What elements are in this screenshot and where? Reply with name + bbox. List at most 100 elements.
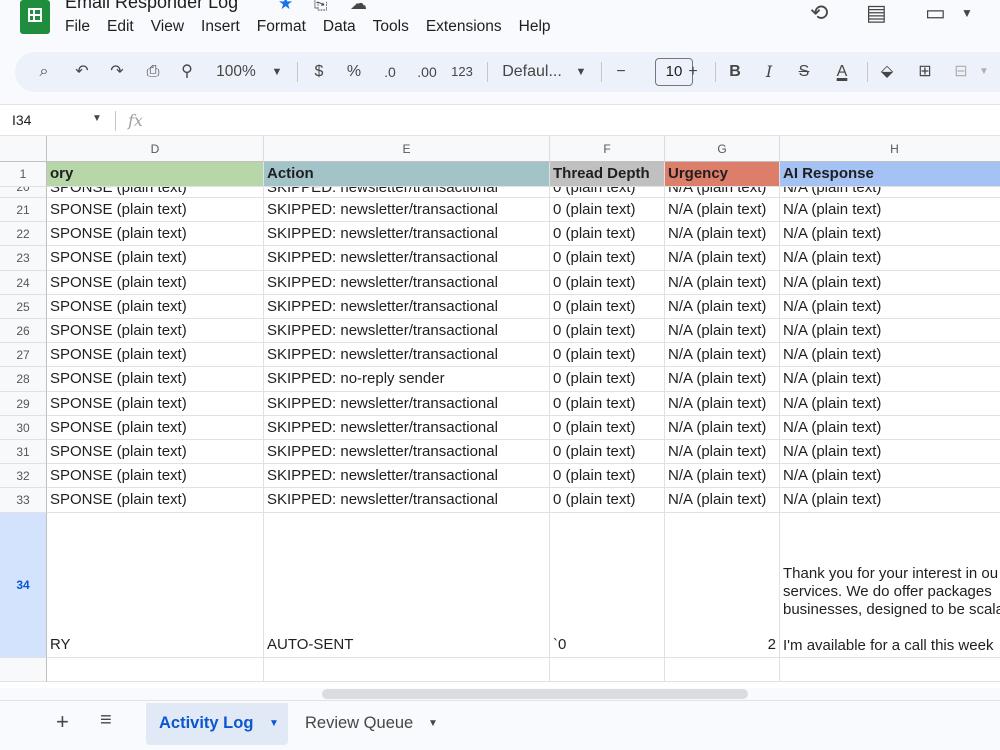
table-cell[interactable] — [47, 657, 264, 682]
header-cell-e[interactable]: Action — [264, 162, 550, 187]
horizontal-scrollbar[interactable] — [322, 689, 748, 699]
table-cell[interactable]: N/A (plain text) — [665, 222, 780, 247]
table-cell[interactable]: 0 (plain text) — [550, 343, 665, 368]
menu-help[interactable]: Help — [519, 18, 551, 36]
paint-format-icon[interactable]: ⚲ — [175, 52, 199, 92]
table-cell[interactable]: SKIPPED: newsletter/transactional — [264, 415, 550, 440]
table-cell[interactable]: SKIPPED: newsletter/transactional — [264, 488, 550, 513]
currency-format-button[interactable]: $ — [309, 52, 329, 92]
table-cell[interactable]: N/A (plain text) — [665, 391, 780, 416]
menu-edit[interactable]: Edit — [107, 18, 134, 36]
table-cell[interactable]: SKIPPED: no-reply sender — [264, 367, 550, 392]
search-icon[interactable]: ⌕ — [31, 52, 57, 92]
row-header[interactable]: 22 — [0, 222, 47, 247]
bold-button[interactable]: B — [725, 52, 745, 92]
table-cell[interactable]: SPONSE (plain text) — [47, 391, 264, 416]
table-cell[interactable]: N/A (plain text) — [665, 198, 780, 223]
chevron-down-icon[interactable]: ▼ — [269, 718, 279, 729]
table-cell[interactable]: N/A (plain text) — [780, 367, 1000, 392]
menu-file[interactable]: File — [65, 18, 90, 36]
undo-icon[interactable]: ↶ — [71, 52, 93, 92]
table-cell[interactable] — [780, 658, 1000, 682]
table-cell[interactable]: SKIPPED: newsletter/transactional — [264, 343, 550, 368]
table-cell[interactable]: 0 (plain text) — [550, 270, 665, 295]
table-cell[interactable]: N/A (plain text) — [665, 294, 780, 319]
table-cell[interactable] — [550, 657, 665, 682]
row-header[interactable]: 32 — [0, 464, 47, 489]
menu-insert[interactable]: Insert — [201, 18, 240, 36]
table-cell[interactable]: N/A (plain text) — [780, 416, 1000, 440]
table-cell[interactable]: SKIPPED: newsletter/transactional — [264, 294, 550, 319]
table-cell[interactable]: N/A (plain text) — [665, 319, 780, 344]
chevron-down-icon[interactable]: ▼ — [92, 113, 102, 124]
table-cell[interactable] — [264, 657, 550, 682]
table-cell[interactable]: N/A (plain text) — [665, 488, 780, 513]
table-cell[interactable]: SPONSE (plain text) — [47, 270, 264, 295]
decrease-decimal-button[interactable]: .0 — [377, 52, 403, 92]
row-header[interactable]: 21 — [0, 198, 47, 223]
table-cell[interactable]: N/A (plain text) — [780, 246, 1000, 271]
folder-move-icon[interactable]: ⎘ — [314, 0, 328, 14]
merge-cells-icon[interactable]: ⊟ — [949, 52, 973, 92]
zoom-select[interactable]: 100% — [211, 52, 261, 92]
table-cell[interactable]: SPONSE (plain text) — [47, 187, 264, 198]
header-cell-h[interactable]: AI Response — [780, 162, 1000, 187]
table-cell[interactable]: N/A (plain text) — [780, 319, 1000, 344]
table-cell[interactable]: SPONSE (plain text) — [47, 222, 264, 247]
table-cell[interactable]: SKIPPED: newsletter/transactional — [264, 270, 550, 295]
table-cell[interactable]: N/A (plain text) — [780, 392, 1000, 416]
table-cell[interactable]: SPONSE (plain text) — [47, 464, 264, 489]
row-header[interactable]: 23 — [0, 246, 47, 271]
column-header-e[interactable]: E — [264, 136, 550, 162]
table-cell[interactable]: SPONSE (plain text) — [47, 415, 264, 440]
borders-icon[interactable]: ⊞ — [913, 52, 937, 92]
table-cell[interactable]: SKIPPED: newsletter/transactional — [264, 440, 550, 465]
select-all-corner[interactable] — [0, 136, 47, 162]
italic-button[interactable]: I — [759, 52, 779, 92]
column-header-h[interactable]: H — [780, 136, 1000, 162]
table-cell[interactable]: SPONSE (plain text) — [47, 488, 264, 513]
table-cell[interactable]: 0 (plain text) — [550, 488, 665, 513]
name-box[interactable]: I34 — [12, 112, 31, 128]
table-cell[interactable]: AUTO-SENT — [264, 512, 550, 658]
table-cell[interactable]: N/A (plain text) — [665, 440, 780, 465]
sheets-logo-icon[interactable] — [20, 0, 50, 34]
table-cell[interactable]: SKIPPED: newsletter/transactional — [264, 222, 550, 247]
table-cell[interactable]: N/A (plain text) — [665, 367, 780, 392]
cloud-status-icon[interactable]: ☁ — [350, 0, 367, 14]
table-cell[interactable]: SPONSE (plain text) — [47, 246, 264, 271]
table-cell[interactable]: N/A (plain text) — [780, 222, 1000, 247]
increase-decimal-button[interactable]: .00 — [413, 52, 441, 92]
table-cell[interactable]: N/A (plain text) — [780, 464, 1000, 489]
table-cell[interactable]: SPONSE (plain text) — [47, 440, 264, 465]
table-cell[interactable]: SKIPPED: newsletter/transactional — [264, 246, 550, 271]
comment-icon[interactable]: ▤ — [866, 0, 887, 26]
redo-icon[interactable]: ↷ — [106, 52, 128, 92]
row-header[interactable]: 27 — [0, 343, 47, 368]
table-cell[interactable]: 0 (plain text) — [550, 367, 665, 392]
tab-activity-log[interactable]: Activity Log ▼ — [146, 703, 288, 745]
table-cell[interactable]: N/A (plain text) — [665, 464, 780, 489]
table-cell[interactable]: N/A (plain text) — [780, 295, 1000, 319]
chevron-down-icon[interactable]: ▼ — [573, 52, 589, 92]
column-header-d[interactable]: D — [47, 136, 264, 162]
menu-data[interactable]: Data — [323, 18, 356, 36]
table-cell[interactable]: N/A (plain text) — [780, 343, 1000, 368]
table-cell[interactable]: 0 (plain text) — [550, 294, 665, 319]
table-cell[interactable]: 0 (plain text) — [550, 440, 665, 465]
table-cell[interactable]: SKIPPED: newsletter/transactional — [264, 319, 550, 344]
table-cell[interactable]: `0 — [550, 512, 665, 658]
menu-view[interactable]: View — [151, 18, 184, 36]
row-header[interactable]: 28 — [0, 367, 47, 392]
strikethrough-icon[interactable]: S — [793, 52, 815, 92]
table-cell[interactable]: 0 (plain text) — [550, 198, 665, 223]
table-cell[interactable]: SKIPPED: newsletter/transactional — [264, 391, 550, 416]
number-format-button[interactable]: 123 — [449, 52, 475, 92]
chevron-down-icon[interactable]: ▼ — [428, 718, 438, 729]
row-header[interactable]: 20 — [0, 187, 47, 198]
row-header[interactable]: 30 — [0, 415, 47, 440]
table-cell[interactable]: N/A (plain text) — [665, 343, 780, 368]
menu-tools[interactable]: Tools — [373, 18, 409, 36]
row-header[interactable]: 25 — [0, 294, 47, 319]
text-color-button[interactable]: A — [829, 52, 855, 92]
